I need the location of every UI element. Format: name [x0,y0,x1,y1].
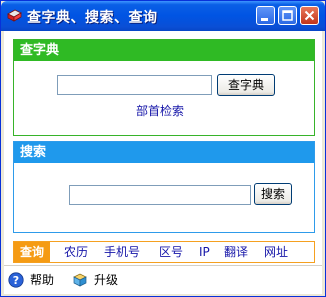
search-input[interactable] [69,185,251,205]
upgrade-button[interactable]: 升级 [72,271,136,289]
window-title: 查字典、搜索、查询 [27,10,158,26]
dictionary-input[interactable] [57,75,212,95]
query-bar: 查询 农历 手机号 区号 IP 翻译 网址 [13,241,315,263]
app-window: 查字典、搜索、查询 查字典 查字典 部首检索 搜索 搜索 查询 农历 手机号 区… [0,0,326,297]
radical-search-link[interactable]: 部首检索 [136,102,184,119]
red-book-icon [7,9,22,22]
close-icon [304,10,315,21]
query-link-website[interactable]: 网址 [264,242,288,262]
upgrade-label: 升级 [94,273,119,287]
query-link-ip[interactable]: IP [199,242,210,262]
upgrade-box-icon [73,273,87,287]
maximize-button[interactable] [278,6,297,25]
minimize-button[interactable] [256,6,275,25]
help-label: 帮助 [30,273,55,287]
query-link-mobile-number[interactable]: 手机号 [104,242,140,262]
client-area: 查字典 查字典 部首检索 搜索 搜索 查询 农历 手机号 区号 IP 翻译 网址… [4,31,322,294]
dictionary-panel: 查字典 查字典 部首检索 [13,39,315,136]
query-link-translate[interactable]: 翻译 [224,242,248,262]
minimize-icon [261,18,268,21]
tab-query[interactable]: 查询 [14,242,50,262]
lookup-dictionary-button[interactable]: 查字典 [217,74,275,96]
dictionary-heading: 查字典 [14,40,314,61]
help-button[interactable]: ? 帮助 [8,271,68,289]
close-button[interactable] [300,6,319,25]
svg-text:?: ? [13,274,19,287]
query-link-area-code[interactable]: 区号 [159,242,183,262]
query-link-lunar-calendar[interactable]: 农历 [64,242,88,262]
maximize-icon [282,10,293,21]
search-heading: 搜索 [14,142,314,163]
help-icon: ? [8,272,24,288]
status-bar: ? 帮助 升级 [4,265,322,294]
search-panel: 搜索 搜索 [13,141,315,233]
search-button[interactable]: 搜索 [254,183,292,205]
title-bar[interactable]: 查字典、搜索、查询 [1,1,325,31]
